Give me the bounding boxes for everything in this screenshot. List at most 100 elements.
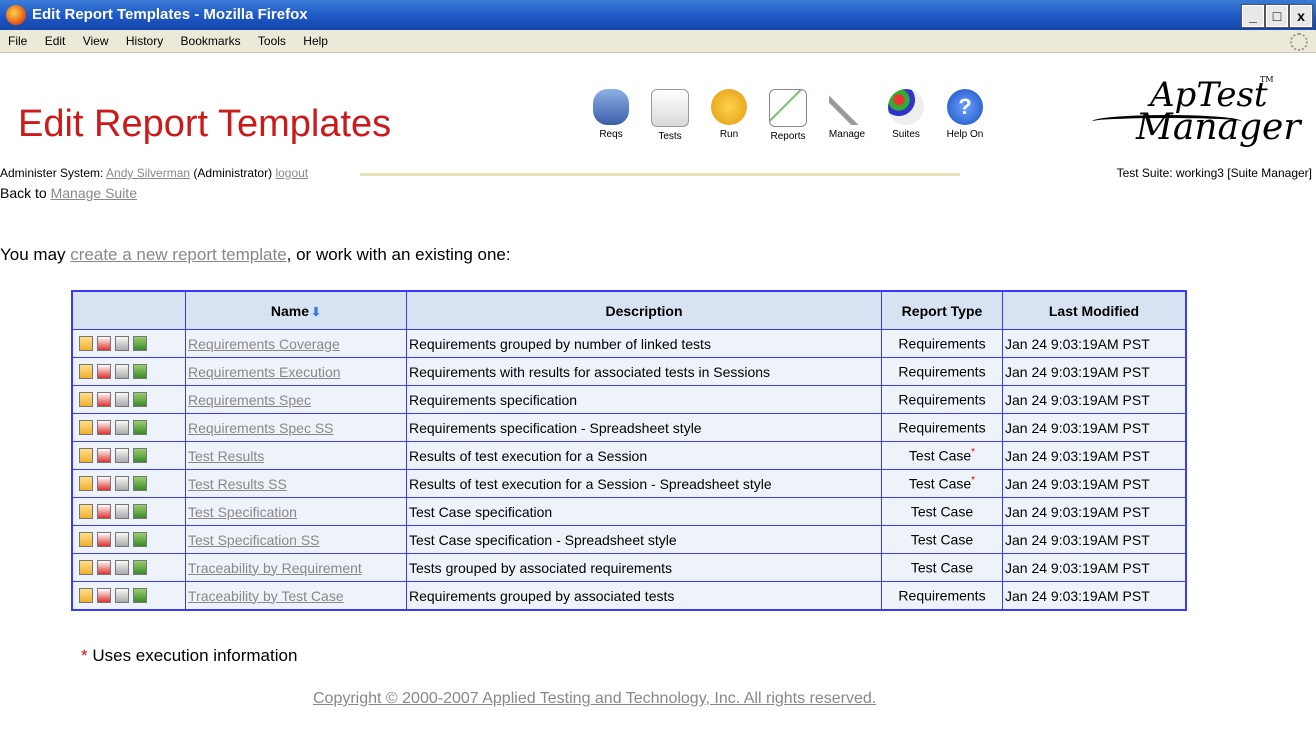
delete-icon[interactable]	[97, 448, 111, 463]
logout-link[interactable]: logout	[275, 166, 308, 180]
nav-manage[interactable]: Manage	[819, 89, 875, 142]
close-button[interactable]: x	[1289, 4, 1313, 28]
sort-down-icon: ⬇	[311, 304, 322, 319]
back-prefix: Back to	[0, 185, 51, 201]
name-header[interactable]: Name ⬇	[185, 290, 407, 330]
copy-icon[interactable]	[115, 448, 129, 463]
template-name-link[interactable]: Traceability by Test Case	[188, 588, 344, 604]
delete-icon[interactable]	[97, 532, 111, 547]
copy-icon[interactable]	[115, 476, 129, 491]
copy-icon[interactable]	[115, 336, 129, 351]
view-report-icon[interactable]	[79, 392, 93, 407]
template-name-link[interactable]: Test Specification SS	[188, 532, 320, 548]
template-name-link[interactable]: Requirements Spec SS	[188, 420, 334, 436]
template-name-link[interactable]: Test Results	[188, 448, 264, 464]
name-cell[interactable]: Test Results	[185, 441, 407, 470]
actions-header	[71, 290, 186, 330]
create-template-link[interactable]: create a new report template	[70, 245, 286, 264]
delete-icon[interactable]	[97, 364, 111, 379]
edit-icon[interactable]	[133, 392, 147, 407]
name-cell[interactable]: Traceability by Test Case	[185, 581, 407, 611]
edit-icon[interactable]	[133, 588, 147, 603]
logo-tm: TM	[1260, 75, 1274, 84]
template-name-link[interactable]: Traceability by Requirement	[188, 560, 362, 576]
copy-icon[interactable]	[115, 532, 129, 547]
view-report-icon[interactable]	[79, 364, 93, 379]
menu-edit[interactable]: Edit	[45, 34, 66, 48]
delete-icon[interactable]	[97, 504, 111, 519]
edit-icon[interactable]	[133, 476, 147, 491]
delete-icon[interactable]	[97, 560, 111, 575]
edit-icon[interactable]	[133, 504, 147, 519]
copyright-link[interactable]: Copyright © 2000-2007 Applied Testing an…	[313, 690, 876, 708]
nav-tests[interactable]: Tests	[642, 89, 698, 142]
delete-icon[interactable]	[97, 420, 111, 435]
report-type-cell: Requirements	[881, 581, 1003, 611]
view-report-icon[interactable]	[79, 336, 93, 351]
last-modified-cell: Jan 24 9:03:19AM PST	[1002, 441, 1187, 470]
copy-icon[interactable]	[115, 588, 129, 603]
name-cell[interactable]: Requirements Coverage	[185, 329, 407, 358]
name-cell[interactable]: Traceability by Requirement	[185, 553, 407, 582]
view-report-icon[interactable]	[79, 532, 93, 547]
view-report-icon[interactable]	[79, 420, 93, 435]
template-name-link[interactable]: Test Results SS	[188, 476, 287, 492]
last-modified-cell: Jan 24 9:03:19AM PST	[1002, 469, 1187, 498]
template-name-link[interactable]: Requirements Spec	[188, 392, 311, 408]
name-cell[interactable]: Requirements Execution	[185, 357, 407, 386]
name-cell[interactable]: Requirements Spec	[185, 385, 407, 414]
description-header: Description	[406, 290, 882, 330]
template-name-link[interactable]: Requirements Coverage	[188, 336, 340, 352]
edit-icon[interactable]	[133, 560, 147, 575]
template-name-link[interactable]: Requirements Execution	[188, 364, 341, 380]
description-cell: Requirements grouped by number of linked…	[406, 329, 882, 358]
edit-icon[interactable]	[133, 420, 147, 435]
delete-icon[interactable]	[97, 336, 111, 351]
edit-icon[interactable]	[133, 336, 147, 351]
edit-icon[interactable]	[133, 532, 147, 547]
name-cell[interactable]: Test Results SS	[185, 469, 407, 498]
maximize-button[interactable]: □	[1265, 4, 1289, 28]
view-report-icon[interactable]	[79, 588, 93, 603]
view-report-icon[interactable]	[79, 504, 93, 519]
name-cell[interactable]: Test Specification	[185, 497, 407, 526]
row-actions	[71, 497, 186, 526]
copy-icon[interactable]	[115, 392, 129, 407]
nav-reqs[interactable]: Reqs	[583, 89, 639, 142]
last-modified-cell: Jan 24 9:03:19AM PST	[1002, 413, 1187, 442]
copy-icon[interactable]	[115, 560, 129, 575]
menu-tools[interactable]: Tools	[258, 34, 286, 48]
minimize-button[interactable]: _	[1241, 4, 1265, 28]
view-report-icon[interactable]	[79, 448, 93, 463]
manage-suite-link[interactable]: Manage Suite	[51, 185, 137, 201]
report-type-cell: Test Case*	[881, 441, 1003, 470]
menu-view[interactable]: View	[83, 34, 109, 48]
menu-file[interactable]: File	[8, 34, 27, 48]
copy-icon[interactable]	[115, 420, 129, 435]
menu-history[interactable]: History	[126, 34, 163, 48]
copy-icon[interactable]	[115, 504, 129, 519]
nav-help[interactable]: ? Help On	[937, 89, 993, 142]
menu-bookmarks[interactable]: Bookmarks	[181, 34, 241, 48]
user-link[interactable]: Andy Silverman	[106, 166, 190, 180]
intro-prefix: You may	[0, 245, 71, 264]
admin-info: Administer System: Andy Silverman (Admin…	[0, 166, 308, 180]
report-type-cell: Test Case	[881, 553, 1003, 582]
view-report-icon[interactable]	[79, 560, 93, 575]
copy-icon[interactable]	[115, 364, 129, 379]
template-name-link[interactable]: Test Specification	[188, 504, 297, 520]
view-report-icon[interactable]	[79, 476, 93, 491]
delete-icon[interactable]	[97, 392, 111, 407]
edit-icon[interactable]	[133, 448, 147, 463]
edit-icon[interactable]	[133, 364, 147, 379]
delete-icon[interactable]	[97, 588, 111, 603]
nav-suites[interactable]: Suites	[878, 89, 934, 142]
name-cell[interactable]: Requirements Spec SS	[185, 413, 407, 442]
last-modified-cell: Jan 24 9:03:19AM PST	[1002, 385, 1187, 414]
nav-reports[interactable]: Reports	[760, 89, 816, 142]
name-cell[interactable]: Test Specification SS	[185, 525, 407, 554]
nav-run[interactable]: Run	[701, 89, 757, 142]
delete-icon[interactable]	[97, 476, 111, 491]
menu-bar: File Edit View History Bookmarks Tools H…	[0, 30, 1316, 53]
menu-help[interactable]: Help	[303, 34, 328, 48]
